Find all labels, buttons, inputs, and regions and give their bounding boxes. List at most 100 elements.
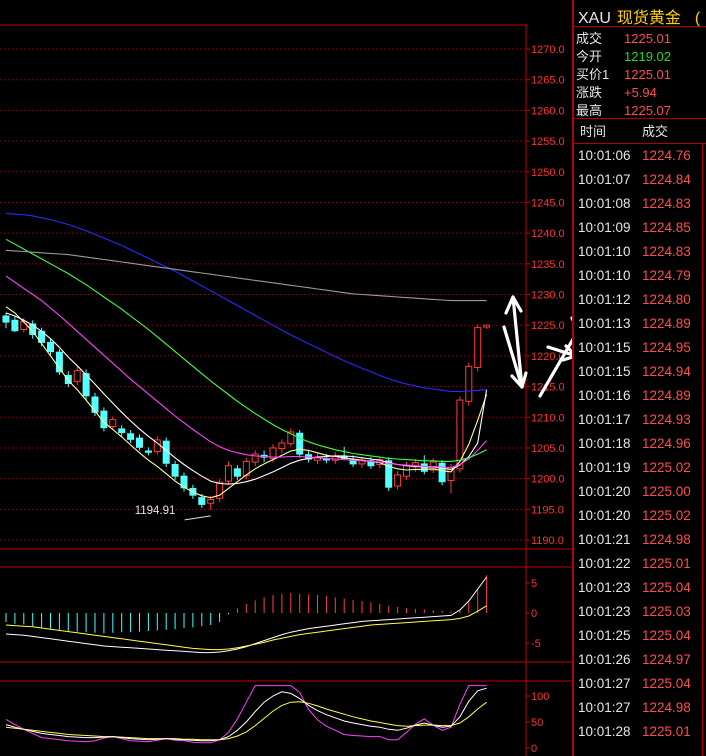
tick-price: 1225.04	[642, 676, 691, 691]
low-annotation-leader	[184, 515, 211, 521]
tick-time: 10:01:28	[578, 724, 631, 739]
tick-price: 1224.83	[642, 244, 691, 259]
tick-time: 10:01:09	[578, 220, 631, 235]
quote-value: 1225.07	[624, 103, 671, 118]
tick-row[interactable]: 10:01:07 1224.84	[578, 172, 691, 196]
tick-row[interactable]: 10:01:10 1224.83	[578, 244, 691, 268]
candle-down	[322, 458, 330, 461]
candle-down	[198, 497, 206, 505]
kdj-tick-label: 100	[531, 691, 549, 703]
candle-up	[483, 324, 491, 328]
macd-tick-label: -5	[531, 638, 541, 650]
tick-row[interactable]: 10:01:23 1225.03	[578, 604, 691, 628]
price-tick-label: 1245.0	[531, 197, 565, 209]
candle-down	[171, 464, 179, 477]
price-tick-label: 1270.0	[531, 44, 565, 56]
price-tick-label: 1255.0	[531, 136, 565, 148]
tick-price: 1225.00	[642, 484, 691, 499]
tick-price: 1224.94	[642, 364, 691, 379]
price-tick-label: 1230.0	[531, 290, 565, 302]
tick-time: 10:01:17	[578, 412, 631, 427]
tick-price: 1224.98	[642, 532, 691, 547]
tick-row[interactable]: 10:01:20 1225.02	[578, 508, 691, 532]
tick-time: 10:01:15	[578, 364, 631, 379]
tick-time: 10:01:19	[578, 460, 631, 475]
tick-row[interactable]: 10:01:10 1224.79	[578, 268, 691, 292]
price-tick-label: 1190.0	[531, 535, 564, 547]
tick-time: 10:01:23	[578, 580, 631, 595]
candle-down	[385, 460, 393, 488]
tick-row[interactable]: 10:01:26 1224.97	[578, 652, 691, 676]
tick-time: 10:01:13	[578, 316, 631, 331]
candle-up	[225, 465, 232, 482]
tick-row[interactable]: 10:01:08 1224.83	[578, 196, 691, 220]
tick-time: 10:01:15	[578, 340, 631, 355]
tick-time: 10:01:27	[578, 676, 631, 691]
tick-time: 10:01:21	[578, 532, 631, 547]
tick-row[interactable]: 10:01:06 1224.76	[578, 148, 691, 172]
moving-average-line	[5, 212, 487, 393]
candle-down	[144, 450, 152, 453]
candle-down	[420, 463, 428, 472]
tick-time: 10:01:08	[578, 196, 631, 211]
macd-tick-label: 0	[531, 608, 537, 620]
tick-row[interactable]: 10:01:19 1225.02	[578, 460, 691, 484]
quote-row-bid: 买价1 1225.01	[576, 64, 671, 83]
tick-row[interactable]: 10:01:22 1225.01	[578, 556, 691, 580]
symbol-extra: (	[694, 10, 701, 27]
kdj-j-line	[5, 685, 487, 744]
tick-row[interactable]: 10:01:17 1224.93	[578, 412, 691, 436]
tick-row[interactable]: 10:01:15 1224.94	[578, 364, 691, 388]
tick-row[interactable]: 10:01:27 1225.04	[578, 676, 691, 700]
symbol-header[interactable]: XAU 现货黄金 (	[578, 4, 701, 27]
tick-price: 1224.89	[642, 316, 691, 331]
tick-price: 1224.89	[642, 388, 691, 403]
candle-down	[118, 428, 126, 434]
tick-row[interactable]: 10:01:27 1224.98	[578, 700, 691, 724]
quote-divider	[574, 118, 706, 119]
tick-price: 1224.76	[642, 148, 691, 163]
ticks-header-divider	[574, 143, 706, 144]
price-tick-label: 1240.0	[531, 228, 565, 240]
tick-row[interactable]: 10:01:28 1225.01	[578, 724, 691, 748]
candle-up	[73, 370, 81, 383]
tick-price: 1224.93	[642, 412, 691, 427]
candle-down	[296, 432, 304, 455]
tick-row[interactable]: 10:01:15 1224.95	[578, 340, 691, 364]
quote-label: 涨跌	[576, 85, 603, 100]
tick-price: 1224.96	[642, 436, 691, 451]
tick-row[interactable]: 10:01:12 1224.80	[578, 292, 691, 316]
candle-up	[474, 327, 482, 369]
tick-time: 10:01:25	[578, 628, 631, 643]
quote-value: 1225.01	[624, 67, 671, 82]
tick-time: 10:01:07	[578, 172, 631, 187]
price-tick-label: 1265.0	[531, 75, 565, 87]
tick-row[interactable]: 10:01:25 1225.04	[578, 628, 691, 652]
tick-row[interactable]: 10:01:16 1224.89	[578, 388, 691, 412]
tick-time: 10:01:26	[578, 652, 631, 667]
tick-row[interactable]: 10:01:21 1224.98	[578, 532, 691, 556]
quote-label: 成交	[576, 31, 603, 46]
candle-down	[91, 396, 99, 413]
kline-chart[interactable]: 1270.0 1265.0 1260.0 1255.0 1250.0 1245.0 1240…	[0, 0, 572, 756]
candle-down	[233, 468, 241, 477]
ticks-header-time: 时间	[580, 124, 607, 139]
tick-price: 1224.83	[642, 196, 691, 211]
quote-value: 1219.02	[624, 49, 671, 64]
tick-row[interactable]: 10:01:20 1225.00	[578, 484, 691, 508]
candle-up	[394, 474, 402, 487]
tick-row[interactable]: 10:01:09 1224.85	[578, 220, 691, 244]
symbol-code: XAU	[578, 10, 611, 27]
tick-price: 1225.03	[642, 604, 691, 619]
tick-time: 10:01:12	[578, 292, 631, 307]
price-tick-label: 1200.0	[531, 474, 565, 486]
chart-area[interactable]: 1270.0 1265.0 1260.0 1255.0 1250.0 1245.0 1240…	[0, 0, 572, 756]
tick-row[interactable]: 10:01:18 1224.96	[578, 436, 691, 460]
tick-row[interactable]: 10:01:23 1225.04	[578, 580, 691, 604]
moving-average-line	[5, 249, 487, 302]
tick-price: 1225.04	[642, 580, 691, 595]
quote-label: 今开	[576, 49, 603, 64]
kdj-tick-label: 50	[531, 717, 543, 729]
tick-row[interactable]: 10:01:13 1224.89	[578, 316, 691, 340]
tick-price: 1225.01	[642, 724, 691, 739]
